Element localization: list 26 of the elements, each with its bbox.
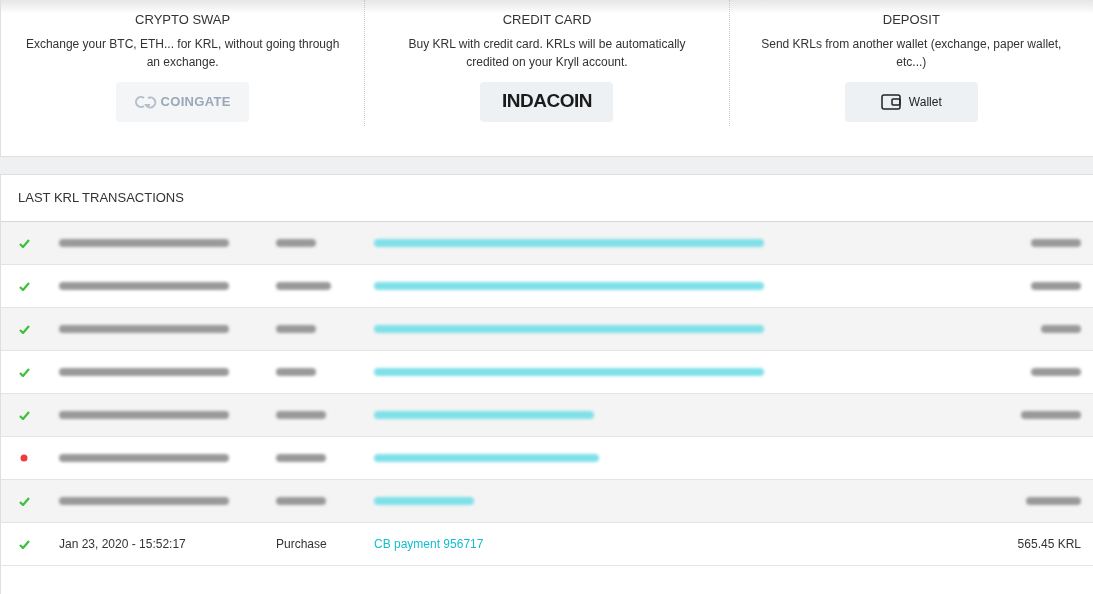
section-description: Exchange your BTC, ETH... for KRL, without going through an exchange.: [24, 35, 341, 71]
section-description: Send KRLs from another wallet (exchange, paper wallet, etc...): [760, 35, 1063, 71]
redacted-type: [276, 497, 326, 505]
transaction-date: Jan 23, 2020 - 15:52:17: [59, 536, 187, 553]
redacted-type: [276, 454, 326, 462]
redacted-type: [276, 368, 316, 376]
transaction-amount: 565.45 KRL: [1017, 536, 1081, 553]
redacted-amount: [1021, 411, 1081, 419]
payment-provider-button[interactable]: INDACOIN: [480, 81, 614, 122]
wallet-button[interactable]: Wallet: [844, 81, 978, 122]
wallet-icon: [880, 93, 901, 110]
coingate-logo-icon: [134, 94, 157, 109]
redacted-amount: [1031, 239, 1081, 247]
redacted-amount: [1031, 282, 1081, 290]
section-title: CRYPTO SWAP: [135, 11, 231, 29]
section-description: Buy KRL with credit card. KRLs will be automatically credited on your Kryll account.: [407, 35, 687, 71]
section-title: CREDIT CARD: [502, 11, 592, 29]
redacted-amount: [1041, 325, 1081, 333]
transaction-type: Purchase: [276, 536, 328, 553]
redacted-type: [276, 239, 316, 247]
redacted-type: [276, 411, 326, 419]
redacted-type: [276, 282, 331, 290]
redacted-type: [276, 325, 316, 333]
redacted-amount: [1031, 368, 1081, 376]
section-title: DEPOSIT: [882, 11, 940, 29]
redacted-amount: [1026, 497, 1081, 505]
